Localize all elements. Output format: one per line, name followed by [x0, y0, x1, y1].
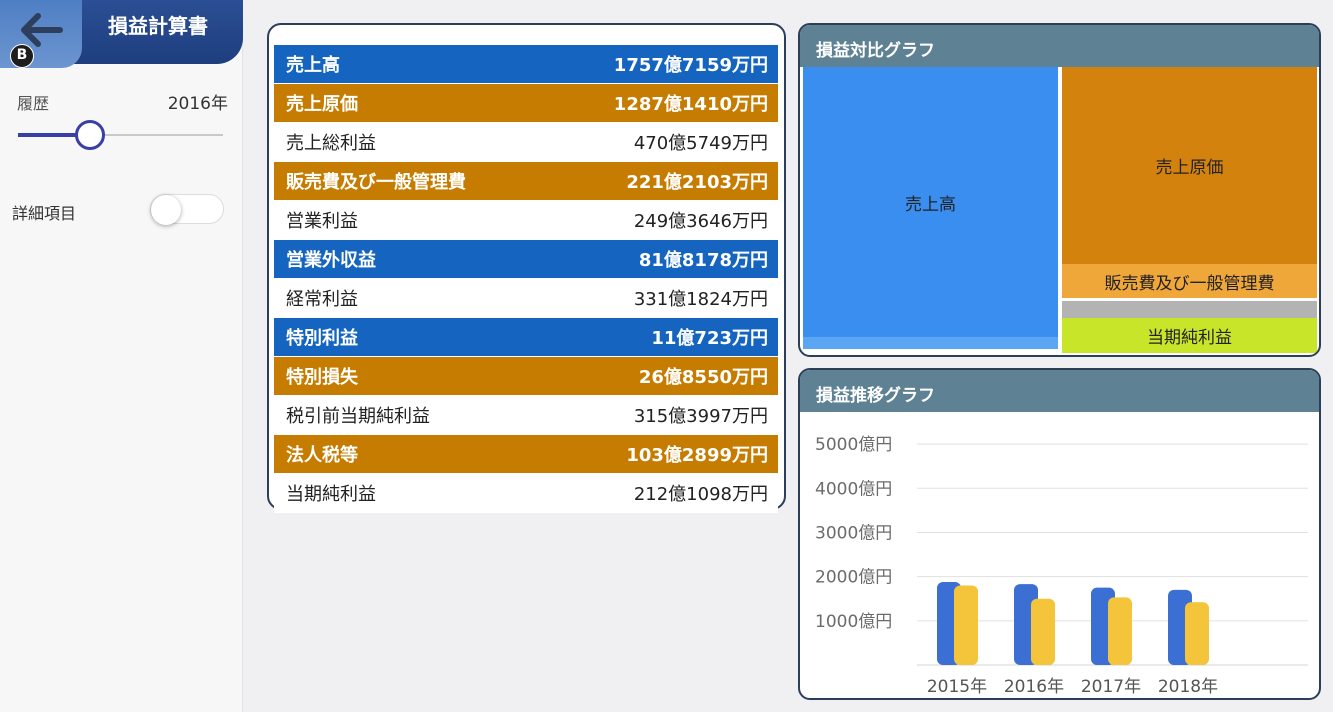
row-label: 特別損失	[286, 367, 358, 388]
row-label: 特別利益	[286, 328, 358, 349]
row-label: 売上高	[286, 55, 340, 76]
table-row: 経常利益 331億1824万円	[274, 279, 778, 318]
row-value: 1287億1410万円	[613, 94, 768, 115]
row-label: 経常利益	[286, 289, 358, 310]
history-slider[interactable]	[18, 120, 223, 150]
row-label: 当期純利益	[286, 484, 376, 505]
table-row: 販売費及び一般管理費 221億2103万円	[274, 162, 778, 201]
shortcut-badge: B	[10, 44, 34, 68]
treemap-sales-label: 売上高	[905, 194, 956, 215]
treemap-sga-label: 販売費及び一般管理費	[1104, 273, 1275, 294]
treemap-cogs-label: 売上原価	[1155, 158, 1224, 178]
y-tick-label: 3000億円	[815, 523, 892, 543]
row-value: 1757億7159万円	[613, 55, 768, 76]
table-row: 営業利益 249億3646万円	[274, 201, 778, 240]
treemap-sales: 売上高	[803, 67, 1058, 337]
table-row: 売上原価 1287億1410万円	[274, 84, 778, 123]
row-value: 249億3646万円	[633, 211, 768, 232]
row-value: 315億3997万円	[633, 406, 768, 427]
trend-chart: 1000億円 2000億円 3000億円 4000億円 5000億円 2015年 2016年…	[800, 412, 1317, 698]
compare-graph-panel: 損益対比グラフ 売上高 売上原価 販売費及び一般管理費 当期純利益	[798, 23, 1321, 357]
trend-chart-svg: 1000億円 2000億円 3000億円 4000億円 5000億円 2015年 2016年…	[815, 435, 1308, 697]
treemap-cogs: 売上原価	[1062, 67, 1317, 264]
row-value: 331億1824万円	[633, 289, 768, 310]
table-row: 特別利益 11億723万円	[274, 318, 778, 357]
treemap-net: 当期純利益	[1062, 318, 1317, 353]
treemap-other	[1062, 301, 1317, 318]
bar	[1031, 598, 1055, 665]
row-value: 103億2899万円	[626, 445, 768, 466]
income-statement-table: 売上高 1757億7159万円売上原価 1287億1410万円売上総利益 470億57…	[267, 23, 786, 513]
detail-items-toggle[interactable]	[150, 194, 224, 225]
treemap-sales-strip	[803, 337, 1058, 349]
row-label: 営業利益	[286, 211, 358, 232]
row-value: 470億5749万円	[633, 133, 768, 154]
bar	[1108, 597, 1132, 665]
compare-graph-title: 損益対比グラフ	[800, 25, 1319, 67]
row-value: 26億8550万円	[638, 367, 768, 388]
history-year: 2016年	[167, 94, 228, 114]
y-tick-label: 2000億円	[815, 568, 892, 588]
row-value: 212億1098万円	[633, 484, 768, 505]
treemap-net-label: 当期純利益	[1147, 328, 1232, 348]
history-label: 履歴	[17, 94, 50, 113]
x-tick-label: 2017年	[1081, 677, 1141, 697]
table-row: 特別損失 26億8550万円	[274, 357, 778, 396]
table-row: 税引前当期純利益 315億3997万円	[274, 396, 778, 435]
table-row: 売上総利益 470億5749万円	[274, 123, 778, 162]
x-tick-label: 2015年	[927, 677, 987, 697]
row-label: 販売費及び一般管理費	[286, 172, 466, 193]
row-label: 売上総利益	[286, 133, 376, 154]
x-tick-label: 2018年	[1158, 677, 1218, 697]
table-row: 法人税等 103億2899万円	[274, 435, 778, 474]
table-rows: 売上高 1757億7159万円売上原価 1287億1410万円売上総利益 470億57…	[274, 45, 778, 513]
detail-items-label: 詳細項目	[12, 204, 77, 223]
table-row: 当期純利益 212億1098万円	[274, 474, 778, 513]
trend-graph-panel: 損益推移グラフ 1000億円 2000億円 3000億円 4000億円 5000億円 20…	[798, 368, 1321, 700]
toggle-knob	[151, 195, 181, 225]
treemap-sga: 販売費及び一般管理費	[1062, 264, 1317, 298]
y-tick-label: 5000億円	[815, 435, 892, 455]
table-row: 売上高 1757億7159万円	[274, 45, 778, 84]
x-tick-label: 2016年	[1004, 677, 1064, 697]
row-label: 税引前当期純利益	[286, 406, 430, 427]
sidebar: 損益計算書 B 履歴 2016年 詳細項目	[0, 0, 243, 712]
trend-graph-title: 損益推移グラフ	[800, 370, 1319, 412]
row-value: 221億2103万円	[626, 172, 768, 193]
row-label: 売上原価	[286, 94, 358, 115]
bar	[1185, 602, 1209, 665]
y-tick-label: 4000億円	[815, 479, 892, 499]
row-value: 11億723万円	[651, 328, 768, 349]
bar	[954, 585, 978, 665]
row-label: 営業外収益	[286, 250, 376, 271]
row-label: 法人税等	[286, 445, 358, 466]
compare-treemap: 売上高 売上原価 販売費及び一般管理費 当期純利益	[800, 67, 1317, 353]
table-row: 営業外収益 81億8178万円	[274, 240, 778, 279]
row-value: 81億8178万円	[638, 250, 768, 271]
app-title: 損益計算書	[108, 14, 208, 38]
y-tick-label: 1000億円	[815, 612, 892, 632]
slider-thumb[interactable]	[74, 120, 105, 150]
